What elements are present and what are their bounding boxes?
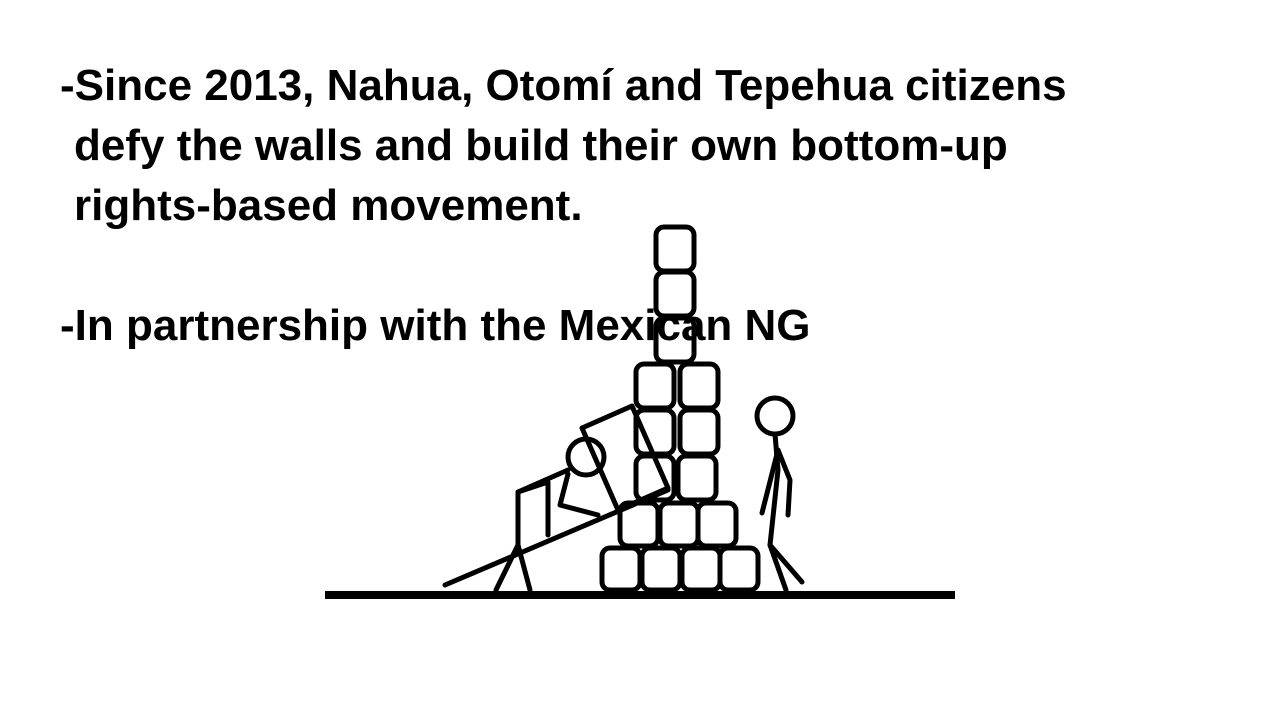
bullet-2-line-1: -In partnership with the Mexican NG xyxy=(60,301,811,350)
bullet-1-line-3: rights-based movement. xyxy=(74,181,583,230)
bullet-1-line-2: defy the walls and build their own botto… xyxy=(74,121,1008,170)
bullet-spacer xyxy=(60,236,1240,296)
standing-figure xyxy=(754,395,805,593)
bullet-1: -Since 2013, Nahua, Otomí and Tepehua ci… xyxy=(60,56,1240,236)
slide: -Since 2013, Nahua, Otomí and Tepehua ci… xyxy=(0,0,1280,720)
slide-text: -Since 2013, Nahua, Otomí and Tepehua ci… xyxy=(60,56,1240,356)
bullet-2: -In partnership with the Mexican NG xyxy=(60,296,1240,356)
bullet-1-line-1: -Since 2013, Nahua, Otomí and Tepehua ci… xyxy=(60,61,1067,110)
